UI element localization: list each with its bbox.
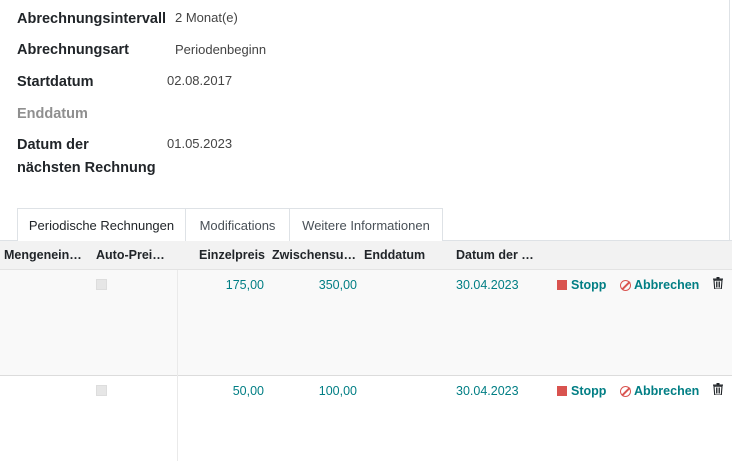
cancel-button[interactable]: Abbrechen	[620, 384, 699, 398]
billing-type-value[interactable]: Periodenbeginn	[175, 42, 266, 57]
stop-button-label: Stopp	[571, 384, 607, 398]
cancel-button[interactable]: Abbrechen	[620, 278, 699, 292]
table-row[interactable]: 50,00 100,00 30.04.2023 Stopp Abbrechen	[0, 376, 732, 461]
subtotal-cell: 350,00	[318, 278, 357, 292]
unit-price-cell[interactable]: 175,00	[187, 278, 264, 292]
cancel-button-label: Abbrechen	[634, 384, 700, 398]
field-label: Abrechnungsintervall	[17, 11, 167, 27]
column-divider	[177, 270, 178, 461]
field-label: Enddatum	[17, 106, 88, 122]
ban-icon	[620, 385, 631, 397]
field-label: Startdatum	[17, 74, 94, 90]
stop-button-label: Stopp	[571, 278, 607, 292]
column-header-auto-preis[interactable]: Auto-Prei…	[96, 241, 166, 270]
tab-modifications[interactable]: Modifications	[185, 208, 290, 241]
column-header-mengeneinheit[interactable]: Mengenein…	[4, 241, 84, 270]
field-startdatum: Startdatum	[17, 71, 94, 94]
date-cell[interactable]: 30.04.2023	[456, 384, 519, 398]
field-label-line1: Datum der	[17, 137, 89, 153]
billing-interval-value[interactable]: 2 Monat(e)	[175, 10, 238, 25]
column-header-datum-der[interactable]: Datum der …	[456, 241, 536, 270]
unit-price-cell[interactable]: 50,00	[187, 384, 264, 398]
start-date-value[interactable]: 02.08.2017	[167, 73, 232, 88]
field-enddatum: Enddatum	[17, 103, 88, 126]
column-header-enddatum[interactable]: Enddatum	[364, 241, 444, 270]
field-label-line2: nächsten Rechnung	[17, 160, 156, 176]
column-header-einzelpreis[interactable]: Einzelpreis	[187, 241, 265, 270]
stop-button[interactable]: Stopp	[557, 384, 606, 398]
table-row[interactable]: 175,00 350,00 30.04.2023 Stopp Abbrechen	[0, 270, 732, 376]
stop-button[interactable]: Stopp	[557, 278, 606, 292]
next-invoice-date-value[interactable]: 01.05.2023	[167, 136, 232, 151]
ban-icon	[620, 279, 631, 291]
subtotal-cell: 100,00	[318, 384, 357, 398]
column-header-zwischensumme[interactable]: Zwischensu…	[272, 241, 358, 270]
stop-icon	[557, 280, 567, 290]
tab-weitere-informationen[interactable]: Weitere Informationen	[289, 208, 443, 241]
trash-icon[interactable]	[713, 383, 723, 395]
notebook-tabs: Periodische Rechnungen Modifications Wei…	[0, 208, 732, 242]
cancel-button-label: Abbrechen	[634, 278, 700, 292]
table-header: Mengenein… Auto-Prei… Einzelpreis Zwisch…	[0, 241, 732, 270]
field-abrechnungsart: Abrechnungsart	[17, 39, 129, 62]
form-sheet-border	[729, 0, 730, 240]
trash-icon[interactable]	[713, 277, 723, 289]
auto-price-checkbox[interactable]	[96, 279, 107, 290]
invoice-lines-table: Mengenein… Auto-Prei… Einzelpreis Zwisch…	[0, 241, 732, 461]
field-next-invoice-date: Datum der nächsten Rechnung	[17, 134, 156, 180]
tab-periodische-rechnungen[interactable]: Periodische Rechnungen	[17, 208, 186, 242]
field-abrechnungsintervall: Abrechnungsintervall	[17, 8, 166, 31]
date-cell[interactable]: 30.04.2023	[456, 278, 519, 292]
field-label: Abrechnungsart	[17, 42, 129, 58]
stop-icon	[557, 386, 567, 396]
auto-price-checkbox[interactable]	[96, 385, 107, 396]
